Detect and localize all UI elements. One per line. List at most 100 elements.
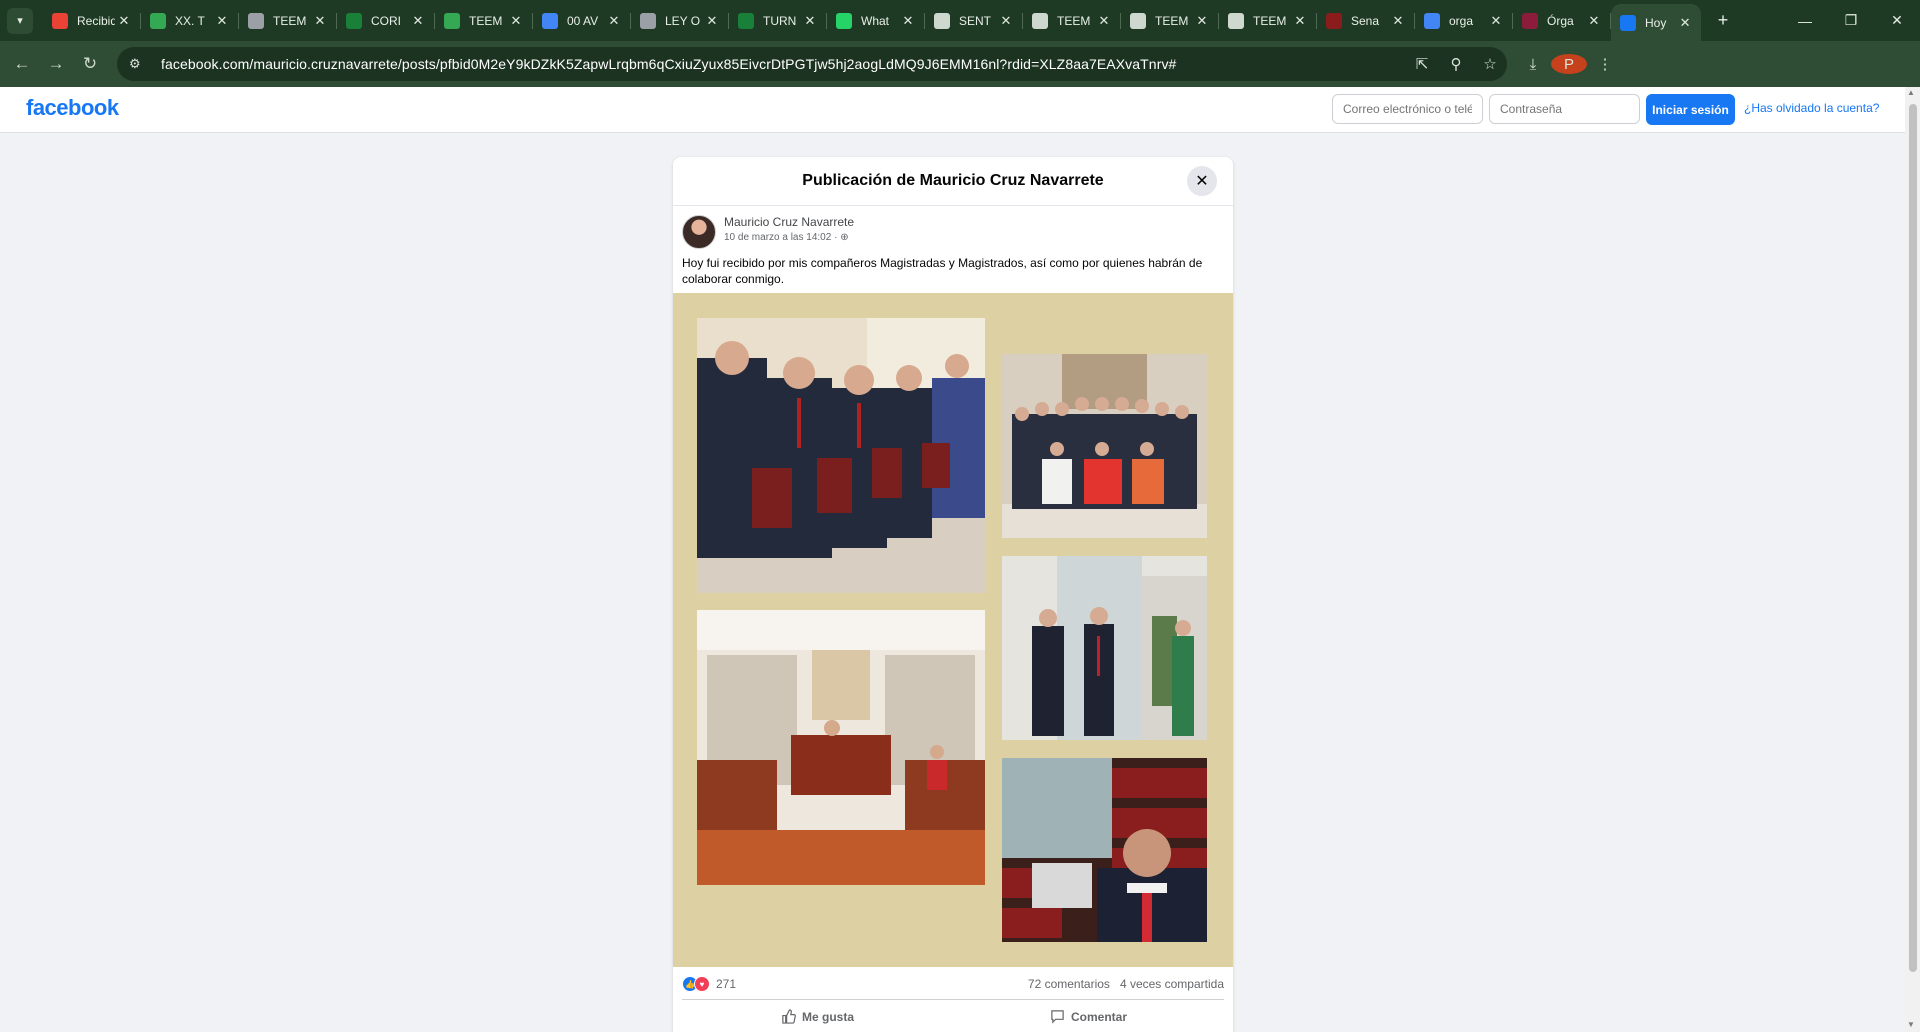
site-info-icon[interactable]: ⚙ [129,56,149,72]
tab-close-icon[interactable]: ✕ [606,13,622,29]
tab-label: What [861,13,890,28]
restore-icon[interactable]: ❐ [1828,0,1874,41]
browser-tab[interactable]: orga ✕ [1415,0,1513,41]
comment-button[interactable]: Comentar [953,1000,1224,1032]
flag-icon [1228,12,1244,29]
forgot-account-link[interactable]: ¿Has olvidado la cuenta? [1744,101,1879,115]
browser-tab[interactable]: What ✕ [827,0,925,41]
love-reaction-icon[interactable]: ♥ [694,976,710,992]
post-author: Mauricio Cruz Navarrete 10 de marzo a la… [682,215,854,249]
post-text: Hoy fui recibido por mis compañeros Magi… [682,256,1203,286]
browser-tab[interactable]: TURN ✕ [729,0,827,41]
close-window-icon[interactable]: ✕ [1874,0,1920,41]
browser-tab[interactable]: Recibidos✕ [43,0,141,41]
facebook-logo[interactable]: facebook [26,95,119,121]
avatar[interactable] [682,215,716,249]
browser-tab[interactable]: Sena ✕ [1317,0,1415,41]
flag-icon [934,12,950,29]
reload-icon[interactable]: ↻ [73,47,107,81]
tab-close-icon[interactable]: ✕ [1096,13,1112,29]
tab-label: TEEM [273,13,307,28]
browser-tab[interactable]: TEEM ✕ [239,0,337,41]
post-dialog: Publicación de Mauricio Cruz Navarrete ✕… [673,157,1233,1032]
url-text[interactable]: facebook.com/mauricio.cruznavarrete/post… [161,56,1176,72]
like-label: Me gusta [801,1009,854,1024]
zoom-icon[interactable]: ⚲ [1439,55,1473,73]
tab-close-icon[interactable]: ✕ [1586,13,1602,29]
close-icon[interactable]: ✕ [1187,166,1217,196]
browser-tab[interactable]: TEEM ✕ [1121,0,1219,41]
reaction-count[interactable]: 271 [716,977,736,991]
menu-dots-icon[interactable]: ⋮ [1587,55,1623,73]
tab-close-icon[interactable]: ✕ [312,13,328,29]
browser-tab[interactable]: LEY O ✕ [631,0,729,41]
tab-close-icon[interactable]: ✕ [1194,13,1210,29]
tab-label: TEEM [1057,13,1091,28]
tab-label: TEEM [1155,13,1189,28]
profile-initial: P [1551,54,1587,74]
tab-close-icon[interactable]: ✕ [1488,13,1504,29]
browser-tab[interactable]: CORI ✕ [337,0,435,41]
facebook-header: facebook Iniciar sesión ¿Has olvidado la… [0,87,1905,133]
scrollbar-thumb[interactable] [1909,104,1917,972]
tab-close-icon[interactable]: ✕ [508,13,524,29]
like-button[interactable]: Me gusta [682,1000,953,1032]
new-tab-button[interactable]: + [1711,10,1735,31]
browser-tab[interactable]: TEEM ✕ [435,0,533,41]
window-controls: — ❐ ✕ [1782,0,1920,41]
photo-group[interactable] [1002,354,1207,538]
email-field[interactable] [1332,94,1483,124]
photo-gallery [673,293,1233,967]
author-name[interactable]: Mauricio Cruz Navarrete [724,215,854,229]
tab-close-icon[interactable]: ✕ [410,13,426,29]
browser-tab[interactable]: Órga ✕ [1513,0,1611,41]
drive-icon [150,12,166,29]
tab-label: Órga [1547,13,1574,28]
browser-tab[interactable]: XX. T ✕ [141,0,239,41]
senado-icon [1326,12,1342,29]
minimize-icon[interactable]: — [1782,0,1828,41]
tab-close-icon[interactable]: ✕ [116,13,132,29]
address-bar[interactable]: ⚙ facebook.com/mauricio.cruznavarrete/po… [117,47,1507,81]
post-actions: Me gusta Comentar [682,999,1224,1032]
browser-tab[interactable]: SENT ✕ [925,0,1023,41]
tab-label: TEEM [469,13,503,28]
photo-hallway[interactable] [1002,556,1207,740]
tab-close-icon[interactable]: ✕ [214,13,230,29]
tab-close-icon[interactable]: ✕ [998,13,1014,29]
tab-close-icon[interactable]: ✕ [1678,15,1692,31]
tab-search-button[interactable]: ▾ [7,7,33,34]
install-app-icon[interactable]: ⇱ [1405,55,1439,73]
password-field[interactable] [1489,94,1640,124]
browser-tab[interactable]: 00 AV ✕ [533,0,631,41]
photo-seated-magistrates[interactable] [697,318,985,593]
comments-count[interactable]: 72 comentarios [1028,977,1110,991]
tab-close-icon[interactable]: ✕ [802,13,818,29]
browser-tab[interactable]: TEEM ✕ [1219,0,1317,41]
tab-close-icon[interactable]: ✕ [704,13,720,29]
forward-icon[interactable]: → [39,47,73,81]
browser-tab[interactable]: TEEM ✕ [1023,0,1121,41]
login-button[interactable]: Iniciar sesión [1646,94,1735,125]
shares-count[interactable]: 4 veces compartida [1120,977,1224,991]
comment-label: Comentar [1070,1009,1127,1024]
tab-close-icon[interactable]: ✕ [900,13,916,29]
profile-avatar[interactable]: P [1551,54,1587,74]
bookmark-star-icon[interactable]: ☆ [1473,55,1507,73]
scroll-up-icon[interactable]: ▲ [1907,88,1915,97]
photo-courtroom[interactable] [697,610,985,885]
tab-close-icon[interactable]: ✕ [1390,13,1406,29]
post-timestamp[interactable]: 10 de marzo a las 14:02 · ⊕ [724,232,854,243]
tab-list: Recibidos✕XX. T✕TEEM✕CORI✕TEEM✕00 AV✕LEY… [43,0,1701,41]
post-stats: 👍 ♥ 271 72 comentarios 4 veces compartid… [682,974,1224,994]
dialog-header: Publicación de Mauricio Cruz Navarrete ✕ [673,157,1233,206]
back-icon[interactable]: ← [5,47,39,81]
photo-library[interactable] [1002,758,1207,942]
scroll-down-icon[interactable]: ▼ [1907,1020,1915,1029]
tab-label: Recibidos [77,13,115,28]
browser-tab[interactable]: Hoy ✕ [1611,4,1701,41]
post-date-text[interactable]: 10 de marzo a las 14:02 · [724,232,837,243]
facebook-icon [1620,14,1636,31]
download-icon[interactable]: ⤓ [1515,56,1551,73]
tab-close-icon[interactable]: ✕ [1292,13,1308,29]
